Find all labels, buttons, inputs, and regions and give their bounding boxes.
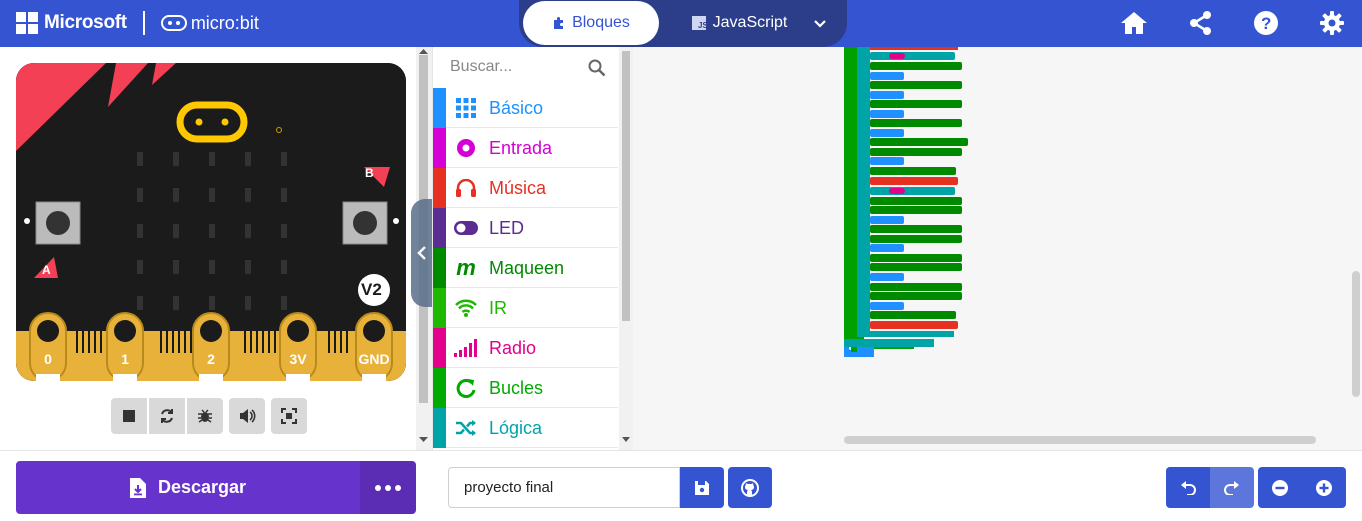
undo-icon [1181, 480, 1196, 495]
category-maqueen-label: Maqueen [489, 258, 565, 278]
simulator-panel: A B V2 0 1 2 3V GND [0, 47, 416, 450]
toggle-icon [454, 216, 478, 240]
zoom-out-button[interactable] [1258, 467, 1302, 508]
category-input[interactable]: Entrada [433, 128, 618, 168]
category-ir-label: IR [489, 298, 507, 318]
signal-icon [454, 336, 478, 360]
maqueen-icon: m [456, 255, 476, 280]
microsoft-logo-icon [16, 12, 38, 34]
zoom-out-icon [1272, 479, 1288, 496]
brand-divider [142, 11, 145, 35]
code-blocks[interactable] [633, 47, 1362, 450]
brand[interactable]: Microsoft micro:bit [16, 10, 259, 36]
redo-button[interactable] [1210, 467, 1254, 508]
tab-blocks[interactable]: Bloques [523, 1, 659, 45]
category-logic[interactable]: Lógica [433, 408, 618, 448]
settings-icon[interactable] [1319, 10, 1345, 36]
search-box[interactable]: Buscar... [433, 47, 618, 87]
pin-0-label: 0 [44, 351, 52, 367]
home-icon[interactable] [1120, 10, 1147, 36]
category-maqueen[interactable]: m Maqueen [433, 248, 618, 288]
download-button[interactable]: Descargar [16, 461, 360, 514]
category-led-label: LED [489, 218, 525, 238]
github-icon [741, 478, 759, 497]
version-badge: V2 [361, 280, 382, 299]
search-icon[interactable] [588, 59, 606, 77]
category-ir[interactable]: IR [433, 288, 618, 328]
button-b-label: B [365, 166, 374, 180]
pin-3v-label: 3V [289, 351, 307, 367]
js-icon: JS [691, 16, 707, 30]
ellipsis-icon [375, 484, 401, 491]
headphones-icon [454, 176, 478, 200]
more-options-button[interactable] [360, 461, 416, 514]
zoom-in-icon [1316, 479, 1332, 496]
top-bar: Microsoft micro:bit Bloques JS JavaScrip… [0, 0, 1362, 47]
category-list: Básico Entrada Música LED m Maqueen IR R… [433, 88, 618, 448]
fullscreen-icon[interactable] [271, 398, 307, 434]
category-music[interactable]: Música [433, 168, 618, 208]
share-icon[interactable] [1188, 10, 1214, 36]
simulator-controls [111, 398, 307, 434]
microbit-logo-icon [160, 15, 187, 31]
scroll-down-arrow-icon[interactable] [622, 437, 630, 442]
tab-javascript[interactable]: JS JavaScript [679, 1, 799, 45]
project-name-input[interactable] [448, 467, 680, 508]
toolbox-scrollbar[interactable] [619, 47, 633, 450]
pin-gnd-label: GND [358, 351, 390, 367]
target-icon [454, 136, 478, 160]
bottom-bar: Descargar [0, 450, 1362, 521]
category-radio-label: Radio [489, 338, 537, 358]
editor-toggle: Bloques JS JavaScript [519, 0, 847, 47]
zoom-in-button[interactable] [1302, 467, 1346, 508]
category-loops-label: Bucles [489, 378, 544, 398]
debug-icon[interactable] [187, 398, 223, 434]
stop-icon[interactable] [111, 398, 147, 434]
category-input-label: Entrada [489, 138, 553, 158]
mute-icon[interactable] [229, 398, 265, 434]
puzzle-icon [554, 17, 564, 29]
scroll-up-arrow-icon[interactable] [419, 49, 428, 55]
wifi-icon [454, 296, 478, 320]
microbit-board[interactable]: A B V2 0 1 2 3V GND [16, 63, 406, 381]
save-button[interactable] [680, 467, 724, 508]
category-music-label: Música [489, 178, 547, 198]
category-basic[interactable]: Básico [433, 88, 618, 128]
shuffle-icon [454, 416, 478, 440]
loop-icon [454, 376, 478, 400]
category-logic-label: Lógica [489, 418, 543, 438]
category-radio[interactable]: Radio [433, 328, 618, 368]
github-button[interactable] [728, 467, 772, 508]
chevron-down-icon[interactable] [809, 12, 831, 34]
category-led[interactable]: LED [433, 208, 618, 248]
download-file-icon [129, 477, 146, 498]
chevron-left-icon [417, 246, 426, 260]
scroll-down-arrow-icon[interactable] [419, 437, 428, 443]
collapse-simulator-handle[interactable] [411, 199, 433, 307]
svg-text:?: ? [1261, 14, 1271, 33]
microbit-board-graphic [16, 63, 406, 381]
svg-text:JS: JS [698, 21, 707, 30]
category-basic-label: Básico [489, 98, 544, 118]
toolbox: Buscar... Básico Entrada Música LED m Ma… [432, 47, 633, 450]
tab-javascript-label: JavaScript [712, 14, 788, 31]
help-icon[interactable]: ? [1253, 10, 1279, 36]
workspace-vertical-scrollbar[interactable] [1352, 271, 1360, 397]
save-icon [695, 480, 709, 495]
blocks-workspace[interactable] [633, 47, 1362, 450]
microbit-label: micro:bit [190, 12, 259, 33]
grid-icon [454, 96, 478, 120]
restart-icon[interactable] [149, 398, 185, 434]
search-input[interactable]: Buscar... [450, 58, 512, 76]
pin-1-label: 1 [121, 351, 129, 367]
category-loops[interactable]: Bucles [433, 368, 618, 408]
undo-button[interactable] [1166, 467, 1210, 508]
microsoft-label: Microsoft [44, 12, 127, 33]
workspace-horizontal-scrollbar[interactable] [844, 436, 1316, 444]
pin-2-label: 2 [207, 351, 215, 367]
button-a-label: A [42, 263, 51, 277]
redo-icon [1224, 480, 1239, 495]
download-label: Descargar [157, 477, 247, 497]
tab-blocks-label: Bloques [572, 14, 630, 31]
